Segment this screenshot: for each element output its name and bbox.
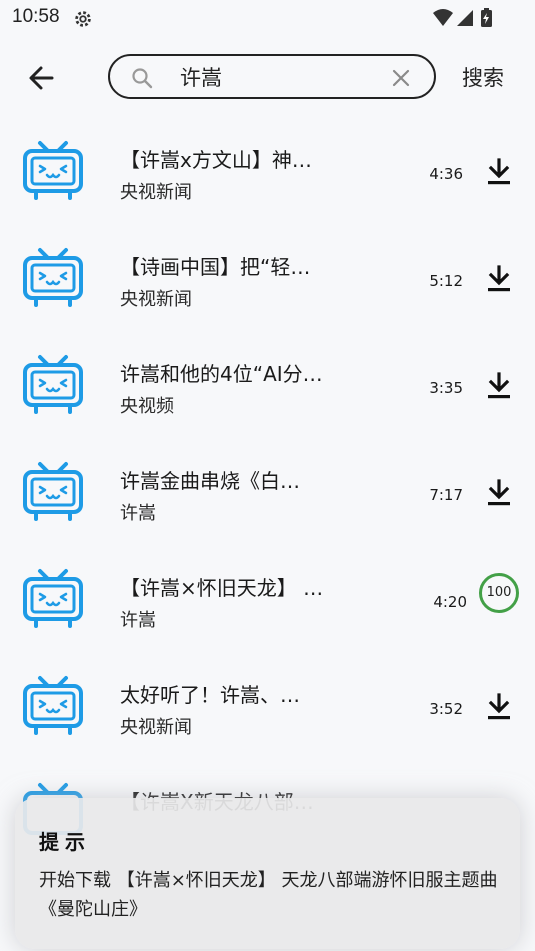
list-item-duration: 4:20 — [433, 593, 467, 611]
list-item-source: 央视新闻 — [120, 717, 192, 738]
list-item-source: 许嵩 — [120, 503, 156, 524]
tv-icon — [23, 569, 83, 628]
list-item[interactable]: 【诗画中国】把“轻… 央视新闻 5:12 — [0, 225, 535, 332]
list-item-title: 许嵩和他的4位“AI分… — [120, 362, 323, 386]
tv-icon — [23, 676, 83, 735]
download-icon[interactable] — [486, 158, 512, 186]
tv-icon — [23, 462, 83, 521]
back-arrow-icon[interactable] — [24, 60, 60, 96]
list-item[interactable]: 【许嵩×怀旧天龙】 … 许嵩 4:20 100 — [0, 546, 535, 653]
list-item[interactable]: 太好听了！许嵩、… 央视新闻 3:52 — [0, 653, 535, 760]
list-item-title: 【诗画中国】把“轻… — [120, 255, 311, 279]
download-icon[interactable] — [486, 479, 512, 507]
system-status-icons — [433, 8, 492, 27]
list-item-source: 许嵩 — [120, 610, 156, 631]
search-input[interactable] — [180, 61, 380, 93]
search-icon — [132, 68, 153, 89]
list-item-duration: 3:52 — [429, 700, 463, 718]
list-item[interactable]: 【许嵩x方文山】神… 央视新闻 4:36 — [0, 118, 535, 225]
list-item-source: 央视频 — [120, 396, 174, 417]
list-item-title: 【许嵩×怀旧天龙】 … — [120, 576, 324, 600]
download-icon[interactable] — [486, 265, 512, 293]
list-item[interactable]: 许嵩和他的4位“AI分… 央视频 3:35 — [0, 332, 535, 439]
search-button[interactable]: 搜索 — [462, 62, 504, 92]
list-item-title: 【许嵩x方文山】神… — [120, 148, 312, 172]
wifi-icon — [433, 9, 453, 26]
battery-charging-icon — [481, 8, 492, 27]
result-list: 【许嵩x方文山】神… 央视新闻 4:36 【诗画中国】把“轻… 央视新闻 5:12 许嵩和他… — [0, 118, 535, 760]
list-item-source: 央视新闻 — [120, 182, 192, 203]
status-bar: 10:58 — [0, 0, 535, 36]
list-item-duration: 5:12 — [429, 272, 463, 290]
search-box[interactable] — [108, 54, 436, 99]
list-item-duration: 4:36 — [429, 165, 463, 183]
list-item[interactable]: 许嵩金曲串烧《白… 许嵩 7:17 — [0, 439, 535, 546]
tv-icon — [23, 141, 83, 200]
settings-gear-icon — [75, 11, 91, 27]
clear-icon[interactable] — [390, 67, 412, 89]
download-icon[interactable] — [486, 372, 512, 400]
list-item-duration: 7:17 — [429, 486, 463, 504]
list-item-source: 央视新闻 — [120, 289, 192, 310]
status-time: 10:58 — [12, 6, 60, 27]
download-icon[interactable] — [486, 693, 512, 721]
cell-signal-icon — [457, 10, 473, 26]
toast-message: 开始下载 【许嵩×怀旧天龙】 天龙八部端游怀旧服主题曲《曼陀山庄》 — [39, 870, 498, 920]
toast-title: 提示 — [39, 830, 91, 854]
tv-icon — [23, 248, 83, 307]
tv-icon — [23, 355, 83, 414]
download-progress-ring[interactable]: 100 — [479, 573, 519, 613]
list-item-duration: 3:35 — [429, 379, 463, 397]
list-item-title: 太好听了！许嵩、… — [120, 683, 300, 707]
list-item-title: 许嵩金曲串烧《白… — [120, 469, 300, 493]
toast-notification: 提示 开始下载 【许嵩×怀旧天龙】 天龙八部端游怀旧服主题曲《曼陀山庄》 — [15, 798, 520, 949]
